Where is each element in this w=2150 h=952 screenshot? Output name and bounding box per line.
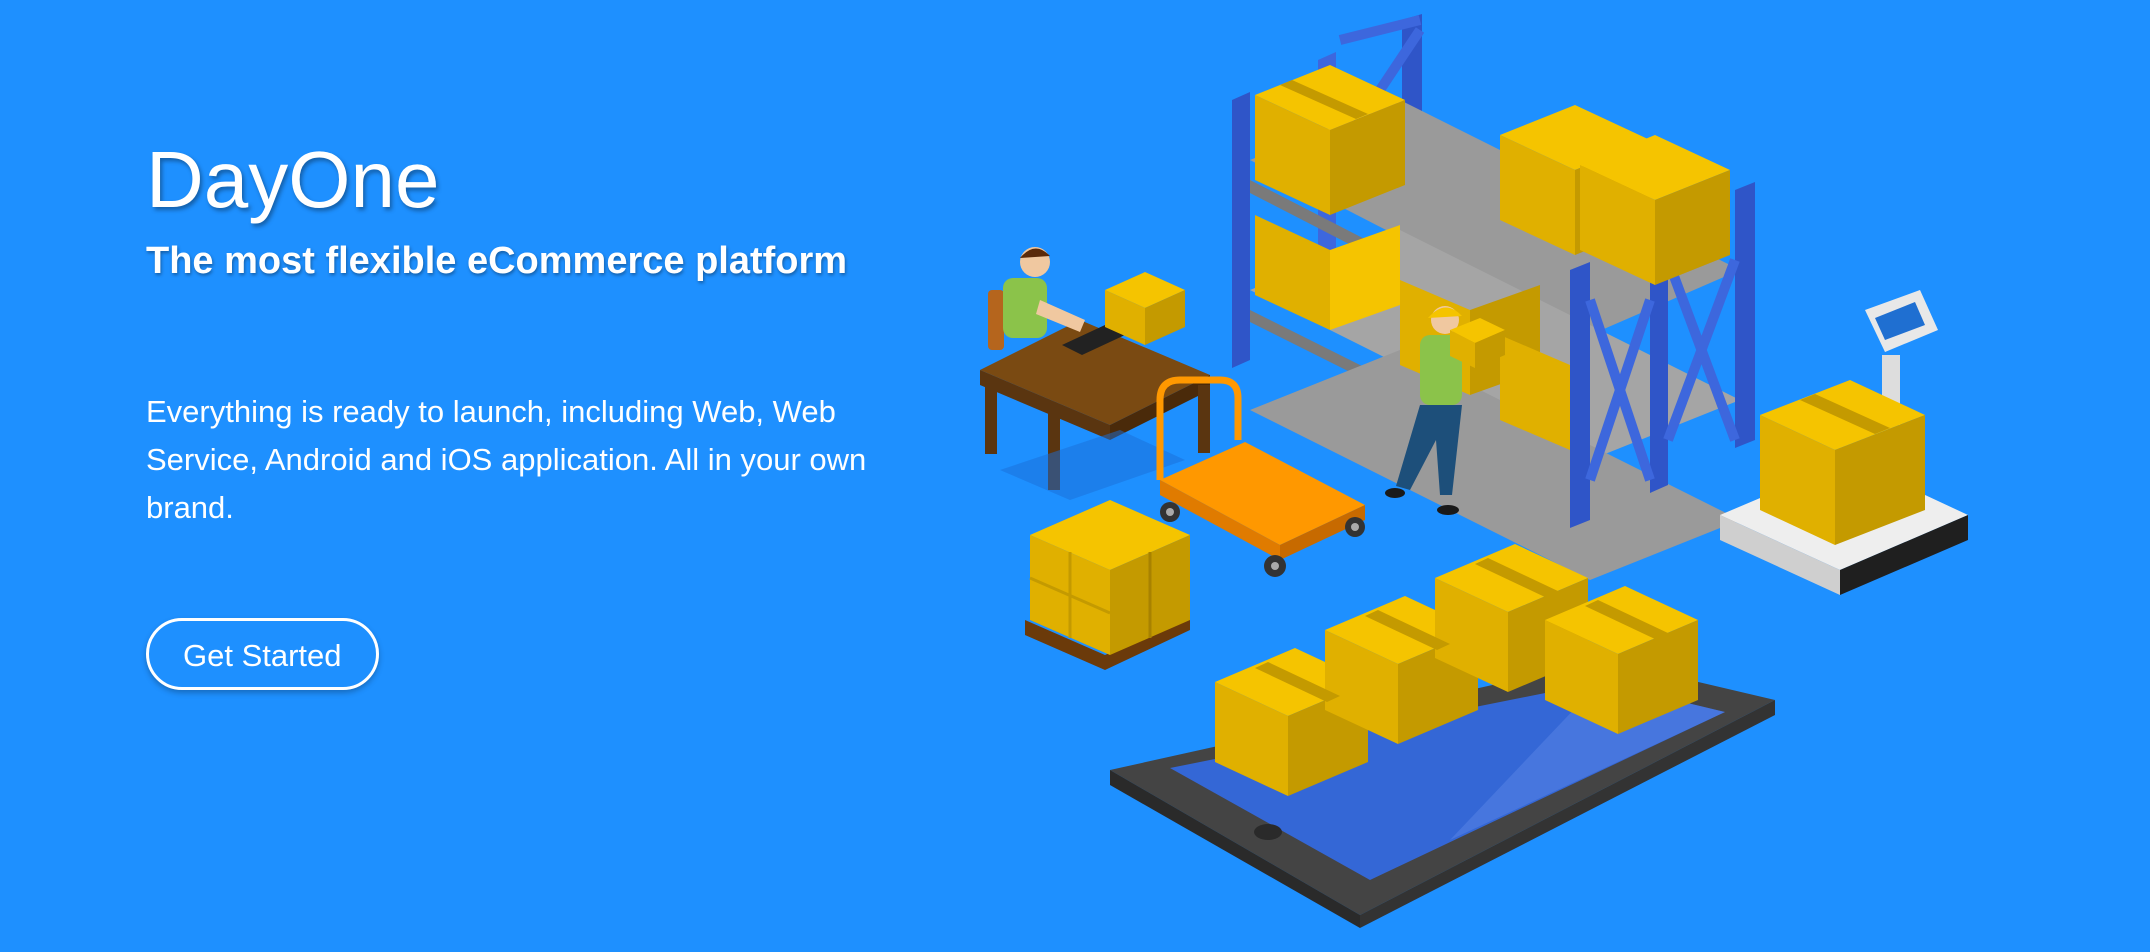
hero-title: DayOne <box>146 135 440 224</box>
hero-section: DayOne The most flexible eCommerce platf… <box>0 0 2150 952</box>
get-started-button[interactable]: Get Started <box>146 618 379 690</box>
desk-worker <box>980 247 1210 500</box>
tablet-with-boxes <box>1110 544 1775 928</box>
warehouse-illustration <box>980 14 1968 928</box>
hero-content: DayOne The most flexible eCommerce platf… <box>146 130 906 690</box>
scale-with-box <box>1720 290 1968 595</box>
hero-description: Everything is ready to launch, including… <box>146 394 867 525</box>
hero-subtitle: The most flexible eCommerce platform <box>146 240 848 282</box>
pallet-boxes <box>1025 500 1190 670</box>
